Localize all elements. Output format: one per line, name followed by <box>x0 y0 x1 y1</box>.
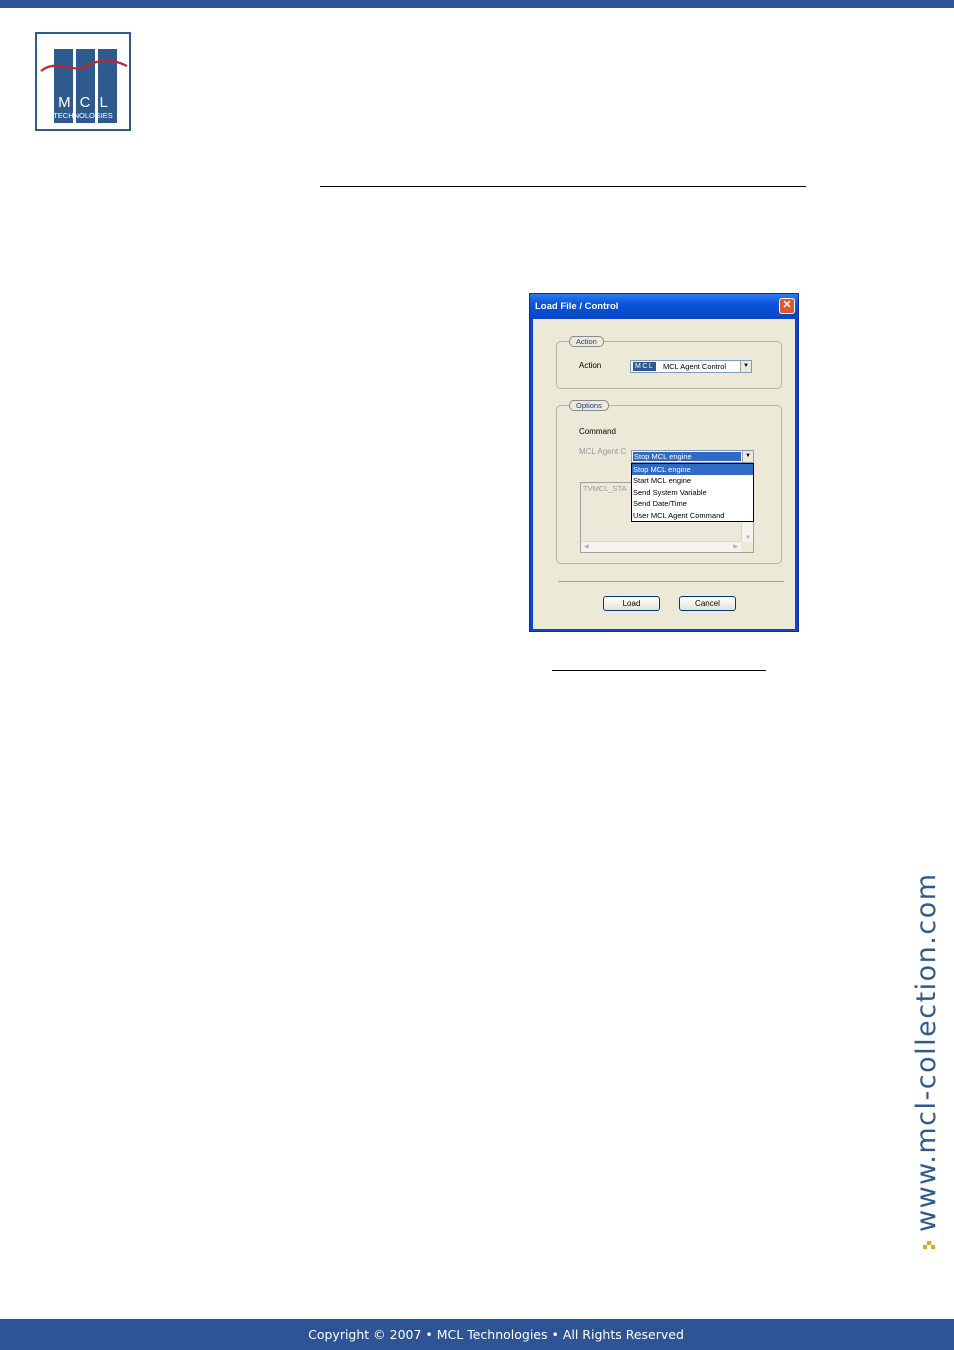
action-value: MCL Agent Control <box>663 362 727 371</box>
command-dropdown-list: Stop MCL engine Start MCL engine Send Sy… <box>631 463 754 522</box>
dropdown-option[interactable]: Send System Variable <box>632 487 753 498</box>
load-file-dialog: Load File / Control ✕ Action Action MCL … <box>529 293 799 632</box>
dropdown-option[interactable]: Send Date/Time <box>632 498 753 509</box>
chevron-down-icon[interactable]: ▼ <box>740 361 751 372</box>
logo-wave-icon <box>40 59 128 72</box>
mcl-badge: MCL <box>633 362 657 371</box>
logo-letters: MCL <box>58 94 117 111</box>
options-group-label: Options <box>569 400 609 411</box>
command-select[interactable]: Stop MCL engine ▼ <box>631 450 754 463</box>
load-button[interactable]: Load <box>603 596 660 611</box>
dropdown-option[interactable]: Stop MCL engine <box>632 464 753 476</box>
dialog-title: Load File / Control <box>535 301 619 312</box>
footer-bar: Copyright © 2007 • MCL Technologies • Al… <box>0 1319 954 1350</box>
cancel-button[interactable]: Cancel <box>679 596 736 611</box>
website-url-vertical: www.mcl-collection.com <box>898 830 948 1250</box>
command-label: Command <box>579 427 616 436</box>
mcl-logo: MCL TECHNOLOGIES <box>35 32 131 131</box>
top-bar <box>0 0 954 8</box>
dialog-titlebar[interactable]: Load File / Control ✕ <box>530 294 798 319</box>
agent-label: MCL Agent C <box>579 447 627 456</box>
action-label: Action <box>579 361 602 370</box>
scroll-right-icon[interactable]: ▶ <box>733 543 738 550</box>
close-button[interactable]: ✕ <box>779 298 795 314</box>
agent-text: TVMCL_STA <box>583 484 627 493</box>
logo-subtitle: TECHNOLOGIES <box>53 111 113 120</box>
scroll-left-icon[interactable]: ◀ <box>584 543 589 550</box>
chevron-down-icon[interactable]: ▼ <box>742 451 753 462</box>
action-group: Action Action MCL MCL Agent Control ▼ <box>556 336 782 389</box>
dropdown-option[interactable]: Start MCL engine <box>632 475 753 486</box>
dropdown-option[interactable]: User MCL Agent Command <box>632 510 753 521</box>
orange-dots-icon <box>923 1241 935 1249</box>
website-url: www.mcl-collection.com <box>911 872 942 1232</box>
action-group-label: Action <box>569 336 604 347</box>
button-separator <box>558 581 784 582</box>
footer-copyright: Copyright © 2007 • MCL Technologies • Al… <box>308 1327 684 1342</box>
horizontal-scrollbar[interactable]: ◀ ▶ <box>581 541 741 552</box>
dialog-body: Action Action MCL MCL Agent Control ▼ Op… <box>533 319 795 629</box>
header-rule <box>320 186 806 187</box>
command-value: Stop MCL engine <box>633 452 741 461</box>
scroll-down-icon[interactable]: ▼ <box>745 535 751 541</box>
caption-underline <box>552 670 766 671</box>
action-select[interactable]: MCL MCL Agent Control ▼ <box>630 360 752 373</box>
